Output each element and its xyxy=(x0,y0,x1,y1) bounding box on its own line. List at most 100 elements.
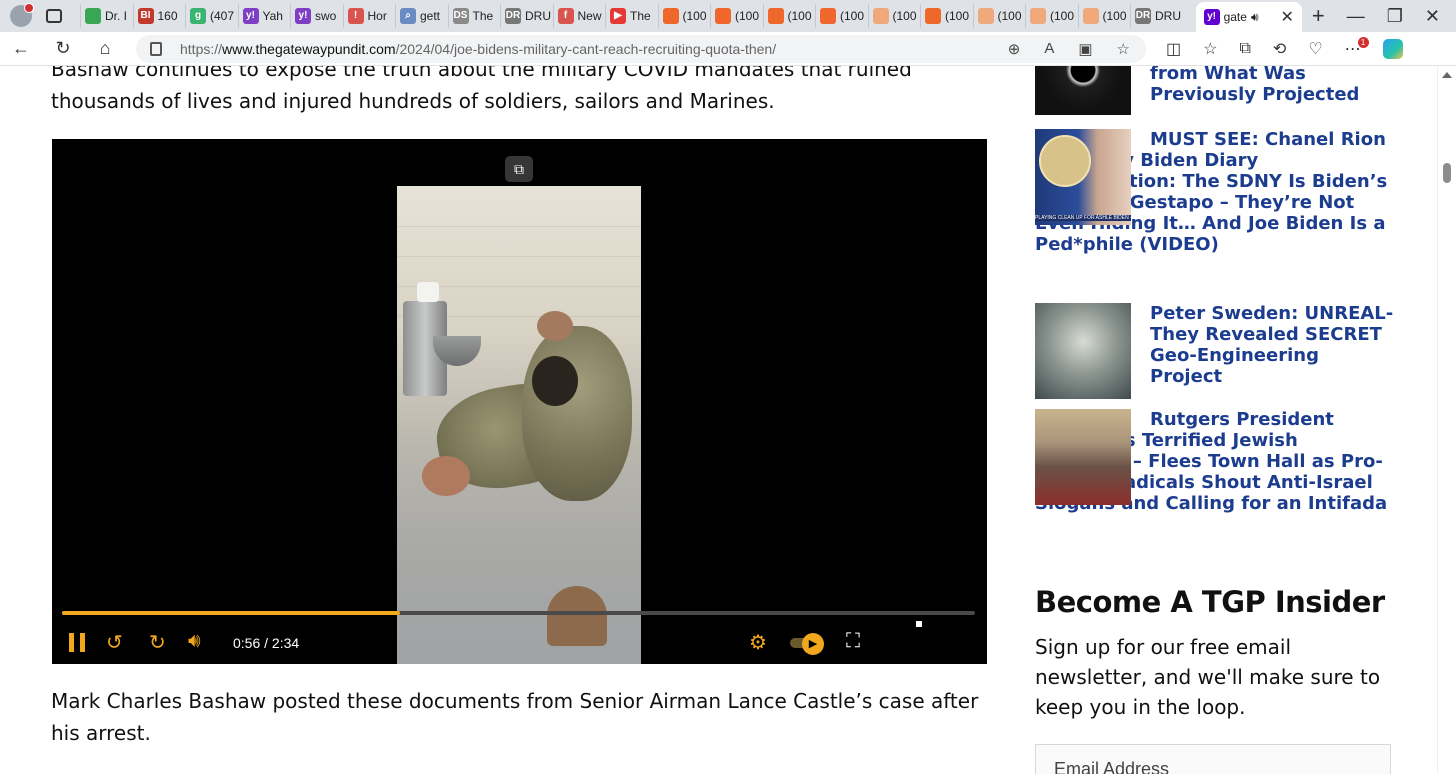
favorite-star-icon[interactable]: ☆ xyxy=(1117,40,1130,58)
clouds-thumbnail[interactable] xyxy=(1035,303,1131,399)
red-icon: ! xyxy=(347,8,364,24)
close-window-icon[interactable]: ✕ xyxy=(1425,6,1440,27)
tab-label: (100 xyxy=(1102,9,1127,23)
settings-gear-icon[interactable]: ⚙ xyxy=(749,630,767,655)
tab[interactable]: (100 xyxy=(972,4,1026,28)
tab[interactable]: BI 160 xyxy=(132,4,186,28)
yahoo-icon: y! xyxy=(1203,9,1220,25)
tab-label: (100 xyxy=(682,9,707,23)
sidebar-story[interactable]: Peter Sweden: UNREAL- They Revealed SECR… xyxy=(1035,303,1395,399)
favorites-icon[interactable]: ☆ xyxy=(1203,39,1217,59)
tab-list: Dr. I BI 160 g (407 y! Yah y! swo! Hor ⌕ gett DS The D… xyxy=(80,0,1196,32)
tab[interactable]: (100 xyxy=(1077,4,1131,28)
court-seal-icon xyxy=(1039,135,1091,187)
tab-active[interactable]: y! gate 🔊︎ ✕ xyxy=(1195,2,1302,32)
refresh-icon[interactable]: ↻ xyxy=(42,38,84,59)
close-tab-icon[interactable]: ✕ xyxy=(1281,7,1294,27)
browser-essentials-icon[interactable]: ♡ xyxy=(1308,39,1322,59)
tab-actions-icon[interactable] xyxy=(46,9,62,23)
story-thumbnail[interactable]: PLAYING CLEAN UP FOR ASHLE BIDEN - YOU xyxy=(1035,129,1131,225)
tab-label: (100 xyxy=(945,9,970,23)
new-tab-button[interactable]: + xyxy=(1302,3,1347,29)
video-progress-bar[interactable] xyxy=(62,611,975,615)
insider-text: Sign up for our free email newsletter, a… xyxy=(1035,635,1381,719)
fullscreen-icon[interactable]: ⛶ xyxy=(846,630,860,653)
tab[interactable]: (100 xyxy=(920,4,973,28)
sidebar-story[interactable]: Rutgers President Abandons Terrified Jew… xyxy=(1035,409,1395,514)
history-icon[interactable]: ⟲ xyxy=(1273,39,1286,59)
page-scrollbar[interactable] xyxy=(1437,66,1456,774)
tab[interactable]: (100 xyxy=(762,4,816,28)
minimize-icon[interactable]: — xyxy=(1347,6,1365,27)
search-icon: ⌕ xyxy=(400,8,416,24)
immersive-reader-icon[interactable]: ▣ xyxy=(1078,40,1092,58)
tab[interactable]: DS The xyxy=(447,4,501,28)
tab[interactable]: y! swo xyxy=(290,4,343,28)
sidebar-story[interactable]: from What Was Previously Projected xyxy=(1035,66,1395,115)
tab-strip-left xyxy=(0,3,80,27)
zoom-icon[interactable]: ⊕ xyxy=(1008,40,1021,58)
video-progress-fill xyxy=(62,611,400,615)
tab-label: (100 xyxy=(735,9,760,23)
tab[interactable]: y! Yah xyxy=(237,4,291,28)
video-frame[interactable] xyxy=(397,186,641,664)
eclipse-thumbnail[interactable] xyxy=(1035,66,1131,115)
tab[interactable]: Dr. I xyxy=(80,4,133,28)
tab-strip: Dr. I BI 160 g (407 y! Yah y! swo! Hor ⌕ gett DS The D… xyxy=(0,0,1456,32)
pause-icon[interactable] xyxy=(69,633,85,652)
tab[interactable]: ! Hor xyxy=(342,4,396,28)
tab[interactable]: (100 xyxy=(867,4,921,28)
video-player[interactable]: ⧉ ↺ ↻ 🔊︎ 0:56 / 2:34 ⚙ ▶ ⛶ xyxy=(52,139,987,664)
bookmark-icon xyxy=(767,8,784,24)
tab[interactable]: ▶ The xyxy=(605,4,658,28)
lock-icon[interactable] xyxy=(150,41,162,56)
video-controls: ↺ ↻ 🔊︎ 0:56 / 2:34 ⚙ ▶ ⛶ xyxy=(52,621,987,659)
forward-icon[interactable]: ↻ xyxy=(149,630,166,655)
tab[interactable]: ⌕ gett xyxy=(395,4,448,28)
split-screen-icon[interactable]: ◫ xyxy=(1166,39,1181,59)
scroll-up-icon[interactable] xyxy=(1442,72,1452,78)
profile-avatar-icon[interactable] xyxy=(10,3,34,27)
read-aloud-icon[interactable]: A xyxy=(1044,40,1054,58)
volume-icon[interactable]: 🔊︎ xyxy=(188,630,201,653)
tab-label: swo xyxy=(315,9,337,23)
tab[interactable]: (100 xyxy=(815,4,868,28)
sidebar-story[interactable]: PLAYING CLEAN UP FOR ASHLE BIDEN - YOU M… xyxy=(1035,129,1395,255)
tab[interactable]: (100 xyxy=(657,4,711,28)
autoplay-toggle[interactable]: ▶ xyxy=(790,633,826,655)
dr-icon: DR xyxy=(505,8,521,24)
tab[interactable]: (100 xyxy=(710,4,763,28)
tab-label: DRU xyxy=(525,9,551,23)
bookmark-icon xyxy=(1030,8,1046,24)
tab-label: 160 xyxy=(157,9,178,23)
email-field[interactable]: Email Address xyxy=(1035,744,1391,774)
rewind-icon[interactable]: ↺ xyxy=(106,630,123,655)
home-icon[interactable]: ⌂ xyxy=(84,38,126,59)
tab[interactable]: (100 xyxy=(1025,4,1078,28)
speaker-icon[interactable]: 🔊︎ xyxy=(1251,10,1259,25)
tab[interactable]: f New xyxy=(552,4,606,28)
scrollbar-thumb[interactable] xyxy=(1443,163,1451,183)
soldier-image xyxy=(522,326,632,501)
more-menu-icon[interactable]: ⋯ 1 xyxy=(1345,36,1369,59)
restore-icon[interactable]: ❐ xyxy=(1387,6,1403,27)
tab[interactable]: DR DRU xyxy=(1130,4,1183,28)
tab-label: Dr. I xyxy=(105,9,128,23)
tab-label: The xyxy=(472,9,494,23)
collections-icon[interactable]: ⧉ xyxy=(1239,40,1250,58)
tab[interactable]: g (407 xyxy=(185,4,238,28)
tab-label: (100 xyxy=(840,9,865,23)
f-icon: f xyxy=(557,8,574,24)
address-bar[interactable]: https://www.thegatewaypundit.com/2024/04… xyxy=(136,34,1146,63)
insider-heading: Become A TGP Insider xyxy=(1035,585,1385,619)
play-icon xyxy=(85,8,101,24)
back-icon[interactable]: ← xyxy=(0,38,42,59)
bookmark-icon xyxy=(977,8,994,24)
copilot-icon[interactable] xyxy=(1382,38,1403,59)
exit-picture-in-picture-icon[interactable]: ⧉ xyxy=(505,156,533,182)
tab[interactable]: DR DRU xyxy=(500,4,553,28)
article-paragraph: Mark Charles Bashaw posted these documen… xyxy=(51,689,979,745)
tab-label: gett xyxy=(420,9,441,23)
bi-icon: BI xyxy=(137,8,154,24)
town-hall-thumbnail[interactable] xyxy=(1035,409,1131,505)
